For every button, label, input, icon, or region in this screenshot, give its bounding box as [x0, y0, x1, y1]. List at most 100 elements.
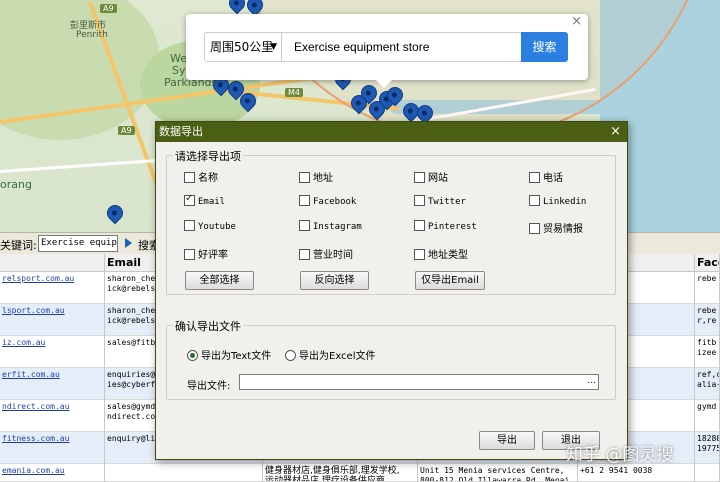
- checkbox-unchecked-icon: [299, 249, 310, 260]
- checkbox-unchecked-icon: [414, 220, 425, 231]
- keyword-search-input[interactable]: Exercise equipment store: [282, 32, 522, 62]
- table-cell: +61 2 9541 0038: [578, 464, 694, 482]
- group-title: 请选择导出项: [173, 148, 243, 164]
- column-header-facebook: Face: [695, 254, 719, 272]
- checkbox-unchecked-icon: [529, 172, 540, 183]
- table-cell[interactable]: emania.com.au: [0, 464, 104, 482]
- table-cell: 18280 19775: [695, 432, 719, 464]
- checkbox-checked-icon: [184, 193, 195, 206]
- export-dialog: 数据导出 × 请选择导出项 全部选择 反向选择 仅导出Email 确认导出文件 …: [155, 121, 628, 460]
- export-option-checkbox[interactable]: Instagram: [299, 220, 362, 232]
- table-cell[interactable]: fitness.com.au: [0, 432, 104, 464]
- export-option-label: 好评率: [198, 250, 228, 261]
- invert-select-button[interactable]: 反向选择: [300, 271, 369, 290]
- dropdown-caret-icon: ▼: [270, 42, 277, 52]
- export-option-label: 名称: [198, 173, 218, 184]
- checkbox-unchecked-icon: [184, 220, 195, 231]
- road-shield: A9: [100, 4, 117, 13]
- export-file-input[interactable]: ...: [239, 374, 599, 390]
- table-cell[interactable]: ndirect.com.au: [0, 400, 104, 432]
- search-button[interactable]: 搜索: [521, 32, 568, 62]
- dialog-title: 数据导出: [159, 125, 203, 138]
- keyword-field[interactable]: Exercise equipme: [38, 235, 118, 252]
- column-facebook: Face reberebe r,refitb izeeref,c alia-gy…: [695, 254, 720, 482]
- table-cell: ref,c alia-: [695, 368, 719, 400]
- export-option-checkbox[interactable]: 电话: [529, 169, 563, 184]
- checkbox-unchecked-icon: [529, 195, 540, 206]
- table-cell: 健身器材店,健身俱乐部,理发学校, 运动器材品店,理疗设备供应商,: [263, 464, 417, 482]
- road-shield: A9: [118, 126, 135, 135]
- export-option-label: Pinterest: [428, 222, 477, 232]
- table-cell: [695, 464, 719, 482]
- checkbox-unchecked-icon: [184, 249, 195, 260]
- export-option-checkbox[interactable]: 地址类型: [414, 246, 468, 261]
- map-marker-pin[interactable]: [227, 0, 247, 13]
- export-option-checkbox[interactable]: Linkedin: [529, 195, 586, 207]
- browse-icon[interactable]: ...: [587, 376, 596, 386]
- export-option-checkbox[interactable]: 名称: [184, 169, 218, 184]
- export-option-label: Facebook: [313, 197, 357, 207]
- checkbox-unchecked-icon: [299, 195, 310, 206]
- radio-label: 导出为Text文件: [201, 351, 272, 362]
- export-option-label: Linkedin: [543, 197, 587, 207]
- export-option-checkbox[interactable]: Email: [184, 193, 226, 207]
- export-option-label: Youtube: [198, 222, 236, 232]
- export-option-label: 地址类型: [428, 250, 468, 261]
- table-cell: [105, 464, 262, 482]
- column-header: [0, 254, 104, 272]
- road-shield: M4: [285, 88, 303, 97]
- radius-select[interactable]: 周围50公里 ▼: [204, 32, 282, 62]
- export-email-only-button[interactable]: 仅导出Email: [415, 271, 485, 290]
- export-option-checkbox[interactable]: Facebook: [299, 195, 356, 207]
- map-search-popup: × 周围50公里 ▼ Exercise equipment store 搜索: [186, 14, 588, 88]
- export-option-label: Instagram: [313, 222, 362, 232]
- table-cell[interactable]: iz.com.au: [0, 336, 104, 368]
- table-cell: rebe: [695, 272, 719, 304]
- radio-label: 导出为Excel文件: [299, 351, 376, 362]
- dialog-title-bar: 数据导出 ×: [156, 122, 627, 142]
- radio-unselected-icon: [285, 350, 296, 361]
- export-option-label: Twitter: [428, 197, 466, 207]
- column-website: relsport.com.au lsport.com.au iz.com.au erf…: [0, 254, 105, 482]
- export-option-checkbox[interactable]: 营业时间: [299, 246, 353, 261]
- radio-selected-icon: [187, 350, 198, 361]
- table-cell[interactable]: relsport.com.au: [0, 272, 104, 304]
- table-cell: Unit 15 Menia services Centre, 800-812 O…: [418, 464, 577, 482]
- checkbox-unchecked-icon: [529, 223, 540, 234]
- play-icon[interactable]: [125, 238, 132, 248]
- export-option-checkbox[interactable]: Pinterest: [414, 220, 477, 232]
- export-option-label: 营业时间: [313, 250, 353, 261]
- keyword-label: 关键词:: [0, 239, 37, 252]
- export-option-checkbox[interactable]: 地址: [299, 169, 333, 184]
- checkbox-unchecked-icon: [184, 172, 195, 183]
- map-marker-pin[interactable]: [105, 203, 125, 223]
- dialog-close-icon[interactable]: ×: [610, 122, 621, 142]
- export-file-label: 导出文件:: [187, 381, 231, 392]
- table-cell[interactable]: erfit.com.au: [0, 368, 104, 400]
- radio-export-excel[interactable]: 导出为Excel文件: [285, 347, 376, 362]
- export-option-label: Email: [198, 197, 226, 207]
- export-button[interactable]: 导出: [479, 431, 535, 450]
- table-cell[interactable]: lsport.com.au: [0, 304, 104, 336]
- export-option-checkbox[interactable]: Youtube: [184, 220, 236, 232]
- watermark: 知乎 @图灵搜: [566, 445, 674, 465]
- map-label: orang: [0, 178, 32, 191]
- checkbox-unchecked-icon: [299, 220, 310, 231]
- checkbox-unchecked-icon: [414, 249, 425, 260]
- map-label: Penrith: [76, 30, 108, 40]
- table-cell: rebe r,re: [695, 304, 719, 336]
- checkbox-unchecked-icon: [414, 195, 425, 206]
- popup-close-icon[interactable]: ×: [571, 14, 582, 29]
- export-option-checkbox[interactable]: Twitter: [414, 195, 466, 207]
- export-option-label: 贸易情报: [543, 224, 583, 235]
- export-option-label: 地址: [313, 173, 333, 184]
- export-option-label: 电话: [543, 173, 563, 184]
- export-option-checkbox[interactable]: 好评率: [184, 246, 228, 261]
- export-option-checkbox[interactable]: 贸易情报: [529, 220, 583, 235]
- select-all-button[interactable]: 全部选择: [185, 271, 254, 290]
- export-option-checkbox[interactable]: 网站: [414, 169, 448, 184]
- checkbox-unchecked-icon: [299, 172, 310, 183]
- group-title: 确认导出文件: [173, 318, 243, 334]
- export-option-label: 网站: [428, 173, 448, 184]
- radio-export-text[interactable]: 导出为Text文件: [187, 347, 271, 362]
